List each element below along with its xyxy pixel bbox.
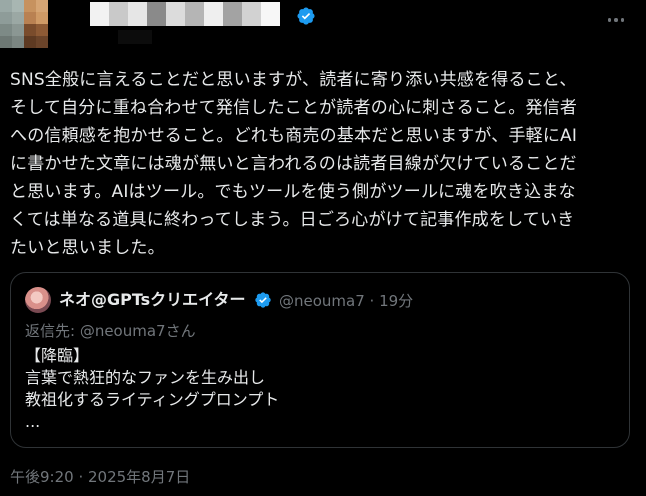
quoted-post-text: 【降臨】 言葉で熱狂的なファンを生み出し 教祖化するライティングプロンプト ..… [25, 346, 280, 431]
author-name-censored[interactable] [90, 2, 280, 26]
quoted-handle-time[interactable]: @neouma7 · 19分 [279, 291, 413, 311]
quoted-author-name[interactable]: ネオ@GPTsクリエイター [59, 290, 246, 310]
author-handle-censored [118, 30, 152, 44]
verified-badge-icon [255, 292, 271, 308]
quoted-post-card[interactable]: ネオ@GPTsクリエイター @neouma7 · 19分 返信先: @neoum… [10, 272, 630, 448]
more-horizontal-icon [607, 18, 612, 22]
post-detail: SNS全般に言えることだと思いますが、読者に寄り添い共感を得ること、 そして自分… [0, 0, 646, 496]
quoted-author-avatar[interactable] [25, 287, 51, 313]
post-timestamp[interactable]: 午後9:20 · 2025年8月7日 [10, 467, 190, 487]
post-text: SNS全般に言えることだと思いますが、読者に寄り添い共感を得ること、 そして自分… [10, 70, 578, 258]
verified-badge-icon [297, 7, 315, 25]
more-options-button[interactable] [604, 8, 628, 32]
quoted-reply-to[interactable]: 返信先: @neouma7さん [25, 321, 196, 341]
author-avatar[interactable] [0, 0, 48, 48]
